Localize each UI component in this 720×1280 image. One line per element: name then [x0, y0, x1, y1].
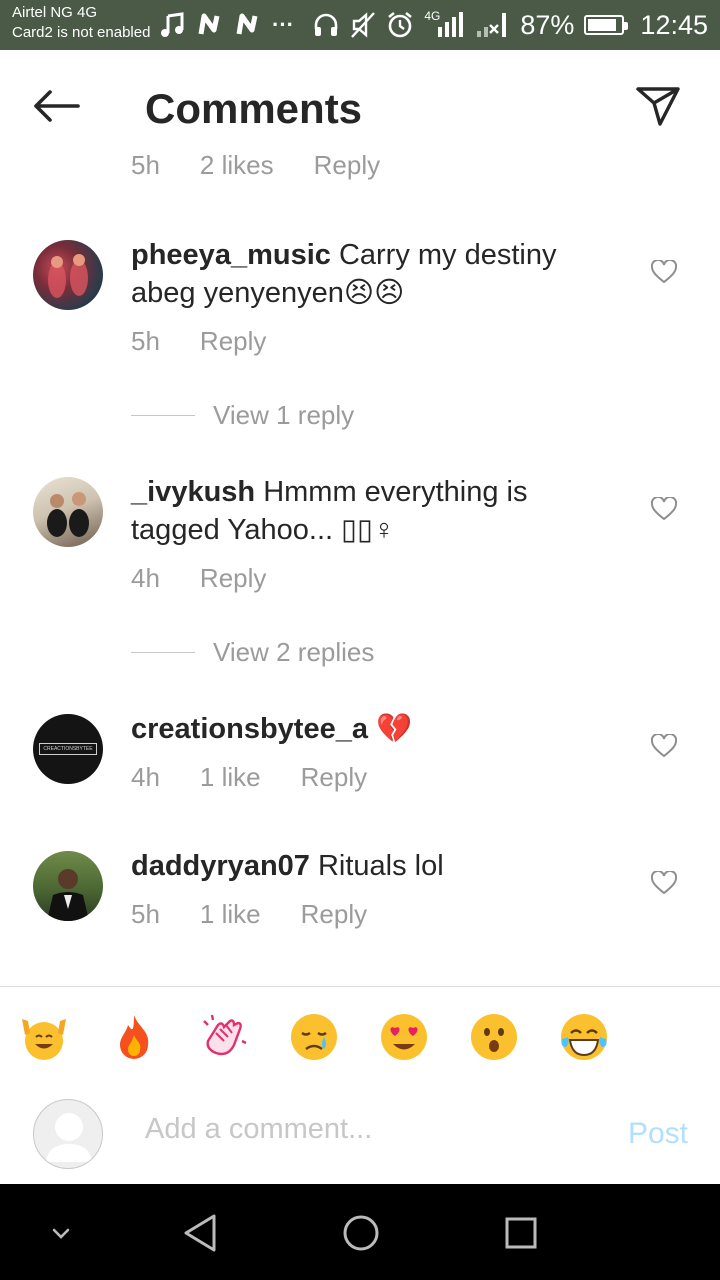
- square-recents-icon: [505, 1217, 537, 1249]
- view-replies-label: View 2 replies: [213, 637, 375, 667]
- circle-home-icon: [343, 1215, 379, 1251]
- comment-username[interactable]: creationsbytee_a: [131, 713, 368, 745]
- heart-icon: [650, 258, 678, 284]
- carrier-info: Airtel NG 4G Card2 is not enabled: [12, 3, 150, 43]
- comment-list[interactable]: 5h 2 likes Reply pheeya_music Carry my d…: [0, 140, 720, 986]
- reply-button[interactable]: Reply: [200, 326, 266, 357]
- comment-time: 5h: [131, 899, 160, 929]
- raising-hands-emoji[interactable]: [18, 1011, 70, 1063]
- page-title: Comments: [145, 85, 363, 132]
- chevron-down-icon: [52, 1228, 70, 1239]
- system-nav-bar: [0, 1184, 720, 1280]
- clapping-hands-emoji[interactable]: [198, 1011, 250, 1063]
- heart-eyes-emoji[interactable]: [378, 1011, 430, 1063]
- tears-of-joy-emoji[interactable]: [558, 1011, 610, 1063]
- like-button[interactable]: [650, 495, 678, 521]
- avatar[interactable]: [33, 851, 103, 921]
- share-button[interactable]: [634, 84, 682, 128]
- comment-username[interactable]: daddyryan07: [131, 850, 310, 882]
- comment-body: [368, 713, 376, 745]
- comment-text: creationsbytee_a 💔: [131, 710, 601, 748]
- comment-emoji: 💔: [376, 713, 413, 745]
- music-note-icon: [160, 12, 186, 38]
- home-nav-button[interactable]: [336, 1208, 386, 1258]
- comment-meta: 5h Reply: [131, 326, 266, 357]
- status-bar: Airtel NG 4G Card2 is not enabled ··· 4G: [0, 0, 720, 50]
- arrow-left-icon: [34, 90, 80, 122]
- avatar-logo: CREACTIONSBYTEE: [39, 743, 97, 755]
- comment-meta: 4h 1 like Reply: [131, 762, 367, 793]
- comment-likes[interactable]: 1 like: [200, 762, 261, 793]
- comment-text: _ivykush Hmmm everything is tagged Yahoo…: [131, 473, 601, 549]
- comment-body: Rituals lol: [309, 850, 444, 882]
- comment-time: 4h: [131, 563, 160, 593]
- comment-likes[interactable]: 1 like: [200, 899, 261, 930]
- comment-time: 5h: [131, 326, 160, 356]
- n-app-icon: [196, 12, 224, 38]
- triangle-back-icon: [184, 1214, 216, 1252]
- avatar-logo-text: CREACTIONSBYTEE: [43, 746, 93, 752]
- battery-icon: [584, 15, 629, 35]
- surprised-face-emoji[interactable]: [468, 1011, 520, 1063]
- post-button[interactable]: Post: [628, 1117, 688, 1151]
- heart-icon: [650, 869, 678, 895]
- comment-text: daddyryan07 Rituals lol: [131, 847, 601, 885]
- comment-composer: Post: [0, 1083, 720, 1184]
- comment-text: pheeya_music Carry my destiny abeg yenye…: [131, 236, 601, 312]
- reply-button[interactable]: Reply: [301, 762, 367, 793]
- view-replies-label: View 1 reply: [213, 400, 355, 430]
- comment-likes[interactable]: 2 likes: [200, 150, 274, 181]
- more-dots-icon: ···: [272, 12, 294, 37]
- heart-icon: [650, 732, 678, 758]
- comment-emoji: 😣😣: [343, 277, 405, 309]
- n-app-icon: [234, 12, 262, 38]
- reply-button[interactable]: Reply: [200, 563, 266, 594]
- reply-button[interactable]: Reply: [314, 150, 380, 181]
- comment-username[interactable]: pheeya_music: [131, 239, 331, 271]
- sim-status: Card2 is not enabled: [12, 24, 151, 41]
- avatar[interactable]: [33, 240, 103, 310]
- comment-time: 5h: [131, 150, 160, 180]
- paper-plane-icon: [636, 87, 680, 126]
- heart-icon: [650, 495, 678, 521]
- system-icons: 4G 87% 12:45: [312, 5, 708, 45]
- divider-line: [131, 415, 195, 416]
- avatar[interactable]: CREACTIONSBYTEE: [33, 714, 103, 784]
- comment-time: 4h: [131, 762, 160, 792]
- default-avatar-icon: [46, 1113, 92, 1162]
- like-button[interactable]: [650, 732, 678, 758]
- view-replies-button[interactable]: View 2 replies: [131, 637, 374, 668]
- comment-meta: 5h 1 like Reply: [131, 899, 367, 930]
- battery-level: [588, 19, 617, 31]
- emoji-quick-bar: [0, 986, 720, 1084]
- my-avatar: [33, 1099, 103, 1169]
- back-button[interactable]: [30, 86, 82, 126]
- comment-emoji: ▯▯♀: [341, 514, 395, 546]
- carrier-name: Airtel NG 4G: [12, 4, 98, 21]
- like-button[interactable]: [650, 258, 678, 284]
- crying-face-emoji[interactable]: [288, 1011, 340, 1063]
- notification-icons: ···: [160, 8, 294, 42]
- headset-icon: [312, 11, 340, 39]
- signal-no-sim-icon: [474, 11, 510, 39]
- hide-nav-button[interactable]: [36, 1208, 86, 1258]
- mute-icon: [350, 11, 376, 39]
- fire-emoji[interactable]: [108, 1011, 160, 1063]
- signal-4g-icon: 4G: [424, 9, 464, 39]
- alarm-icon: [386, 11, 414, 39]
- view-replies-button[interactable]: View 1 reply: [131, 400, 354, 431]
- like-button[interactable]: [650, 869, 678, 895]
- avatar[interactable]: [33, 477, 103, 547]
- partial-comment-meta: 5h 2 likes Reply: [131, 150, 380, 181]
- reply-button[interactable]: Reply: [301, 899, 367, 930]
- comment-username[interactable]: _ivykush: [131, 476, 255, 508]
- recents-nav-button[interactable]: [496, 1208, 546, 1258]
- divider-line: [131, 652, 195, 653]
- battery-percent: 87%: [520, 9, 575, 40]
- back-nav-button[interactable]: [176, 1208, 226, 1258]
- comment-input[interactable]: [145, 1113, 585, 1146]
- clock: 12:45: [640, 9, 708, 40]
- comment-meta: 4h Reply: [131, 563, 266, 594]
